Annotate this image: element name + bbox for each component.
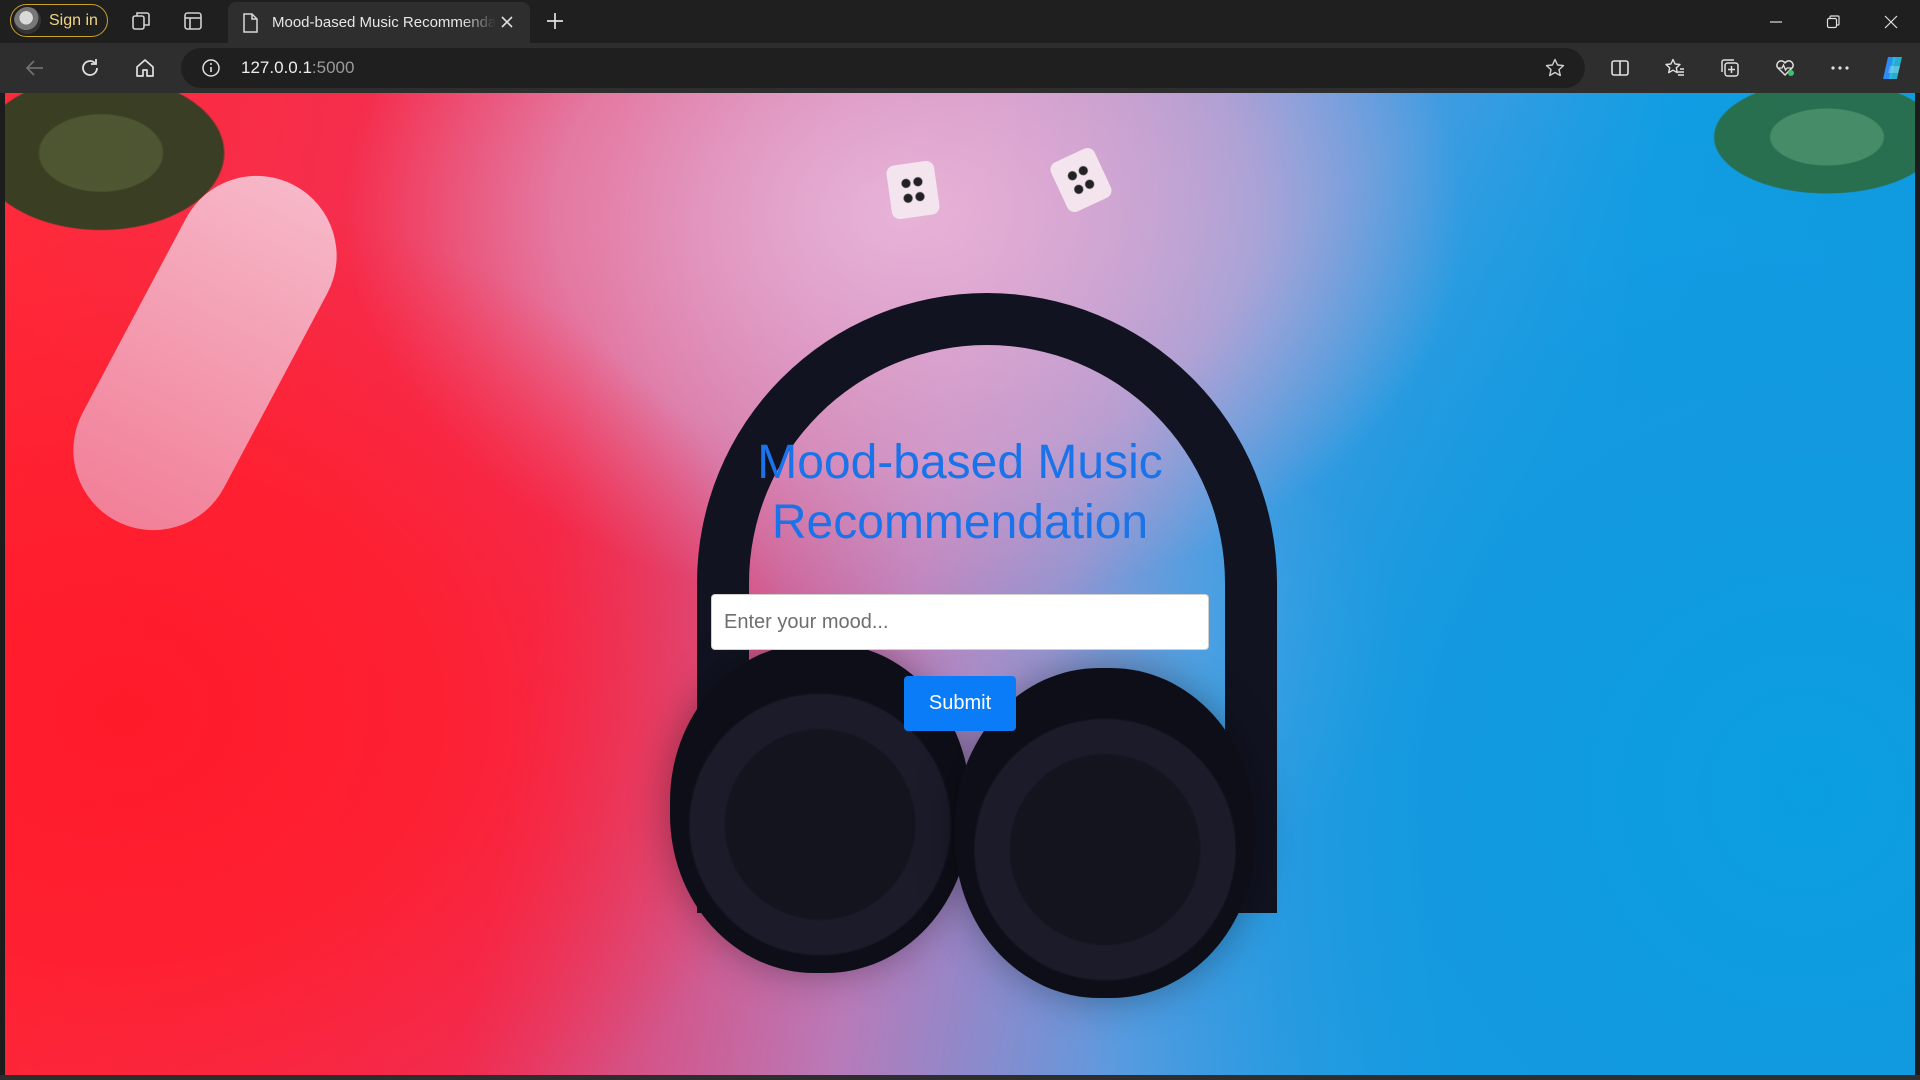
mood-input[interactable] (711, 594, 1209, 650)
info-icon[interactable] (201, 58, 221, 78)
refresh-button[interactable] (75, 53, 105, 83)
address-port: :5000 (311, 58, 355, 77)
collections-button[interactable] (1715, 53, 1745, 83)
profile-sign-in-label: Sign in (49, 11, 98, 29)
new-tab-button[interactable] (542, 8, 568, 34)
heart-pulse-icon (1774, 57, 1796, 79)
page-title: Mood-based Music Recommendation (757, 436, 1163, 549)
back-arrow-icon (24, 57, 46, 79)
submit-button[interactable]: Submit (904, 676, 1016, 731)
star-icon[interactable] (1543, 56, 1567, 80)
page-icon (242, 12, 258, 33)
copilot-button[interactable] (1878, 53, 1908, 83)
close-window-button[interactable] (1862, 0, 1920, 43)
home-button[interactable] (130, 53, 160, 83)
tab-title: Mood-based Music Recommendation (272, 14, 496, 31)
plus-icon (545, 11, 565, 31)
refresh-icon (79, 57, 101, 79)
window-bottom-edge (0, 1075, 1920, 1080)
split-screen-icon (1609, 57, 1631, 79)
minimize-icon (1769, 15, 1783, 29)
main-content: Mood-based Music Recommendation Submit (5, 93, 1915, 1075)
home-icon (134, 57, 156, 79)
workspaces-icon[interactable] (128, 8, 154, 34)
restore-button[interactable] (1804, 0, 1862, 43)
address-host: 127.0.0.1 (241, 58, 312, 77)
minimize-button[interactable] (1747, 0, 1805, 43)
split-screen-button[interactable] (1605, 53, 1635, 83)
tab-actions-icon[interactable] (180, 8, 206, 34)
close-tab-icon[interactable] (498, 13, 516, 31)
address-url[interactable]: 127.0.0.1:5000 (241, 58, 354, 78)
profile-sign-in-button[interactable]: Sign in (10, 4, 108, 37)
tab-active[interactable]: Mood-based Music Recommendation (228, 2, 530, 43)
browser-title-bar: Sign in Mood-based Music Recommendation (0, 0, 1920, 43)
browser-essentials-button[interactable] (1770, 53, 1800, 83)
restore-icon (1826, 14, 1840, 29)
favorites-icon (1664, 57, 1686, 79)
close-icon (1884, 15, 1898, 29)
address-bar[interactable]: 127.0.0.1:5000 (181, 48, 1585, 88)
collections-icon (1719, 57, 1741, 79)
more-button[interactable] (1825, 53, 1855, 83)
ellipsis-icon (1829, 57, 1851, 79)
browser-toolbar: 127.0.0.1:5000 (0, 43, 1920, 93)
copilot-icon (1879, 54, 1907, 82)
favorites-button[interactable] (1660, 53, 1690, 83)
page-viewport: Mood-based Music Recommendation Submit (5, 93, 1915, 1075)
back-button[interactable] (20, 53, 50, 83)
avatar-icon (14, 7, 41, 34)
